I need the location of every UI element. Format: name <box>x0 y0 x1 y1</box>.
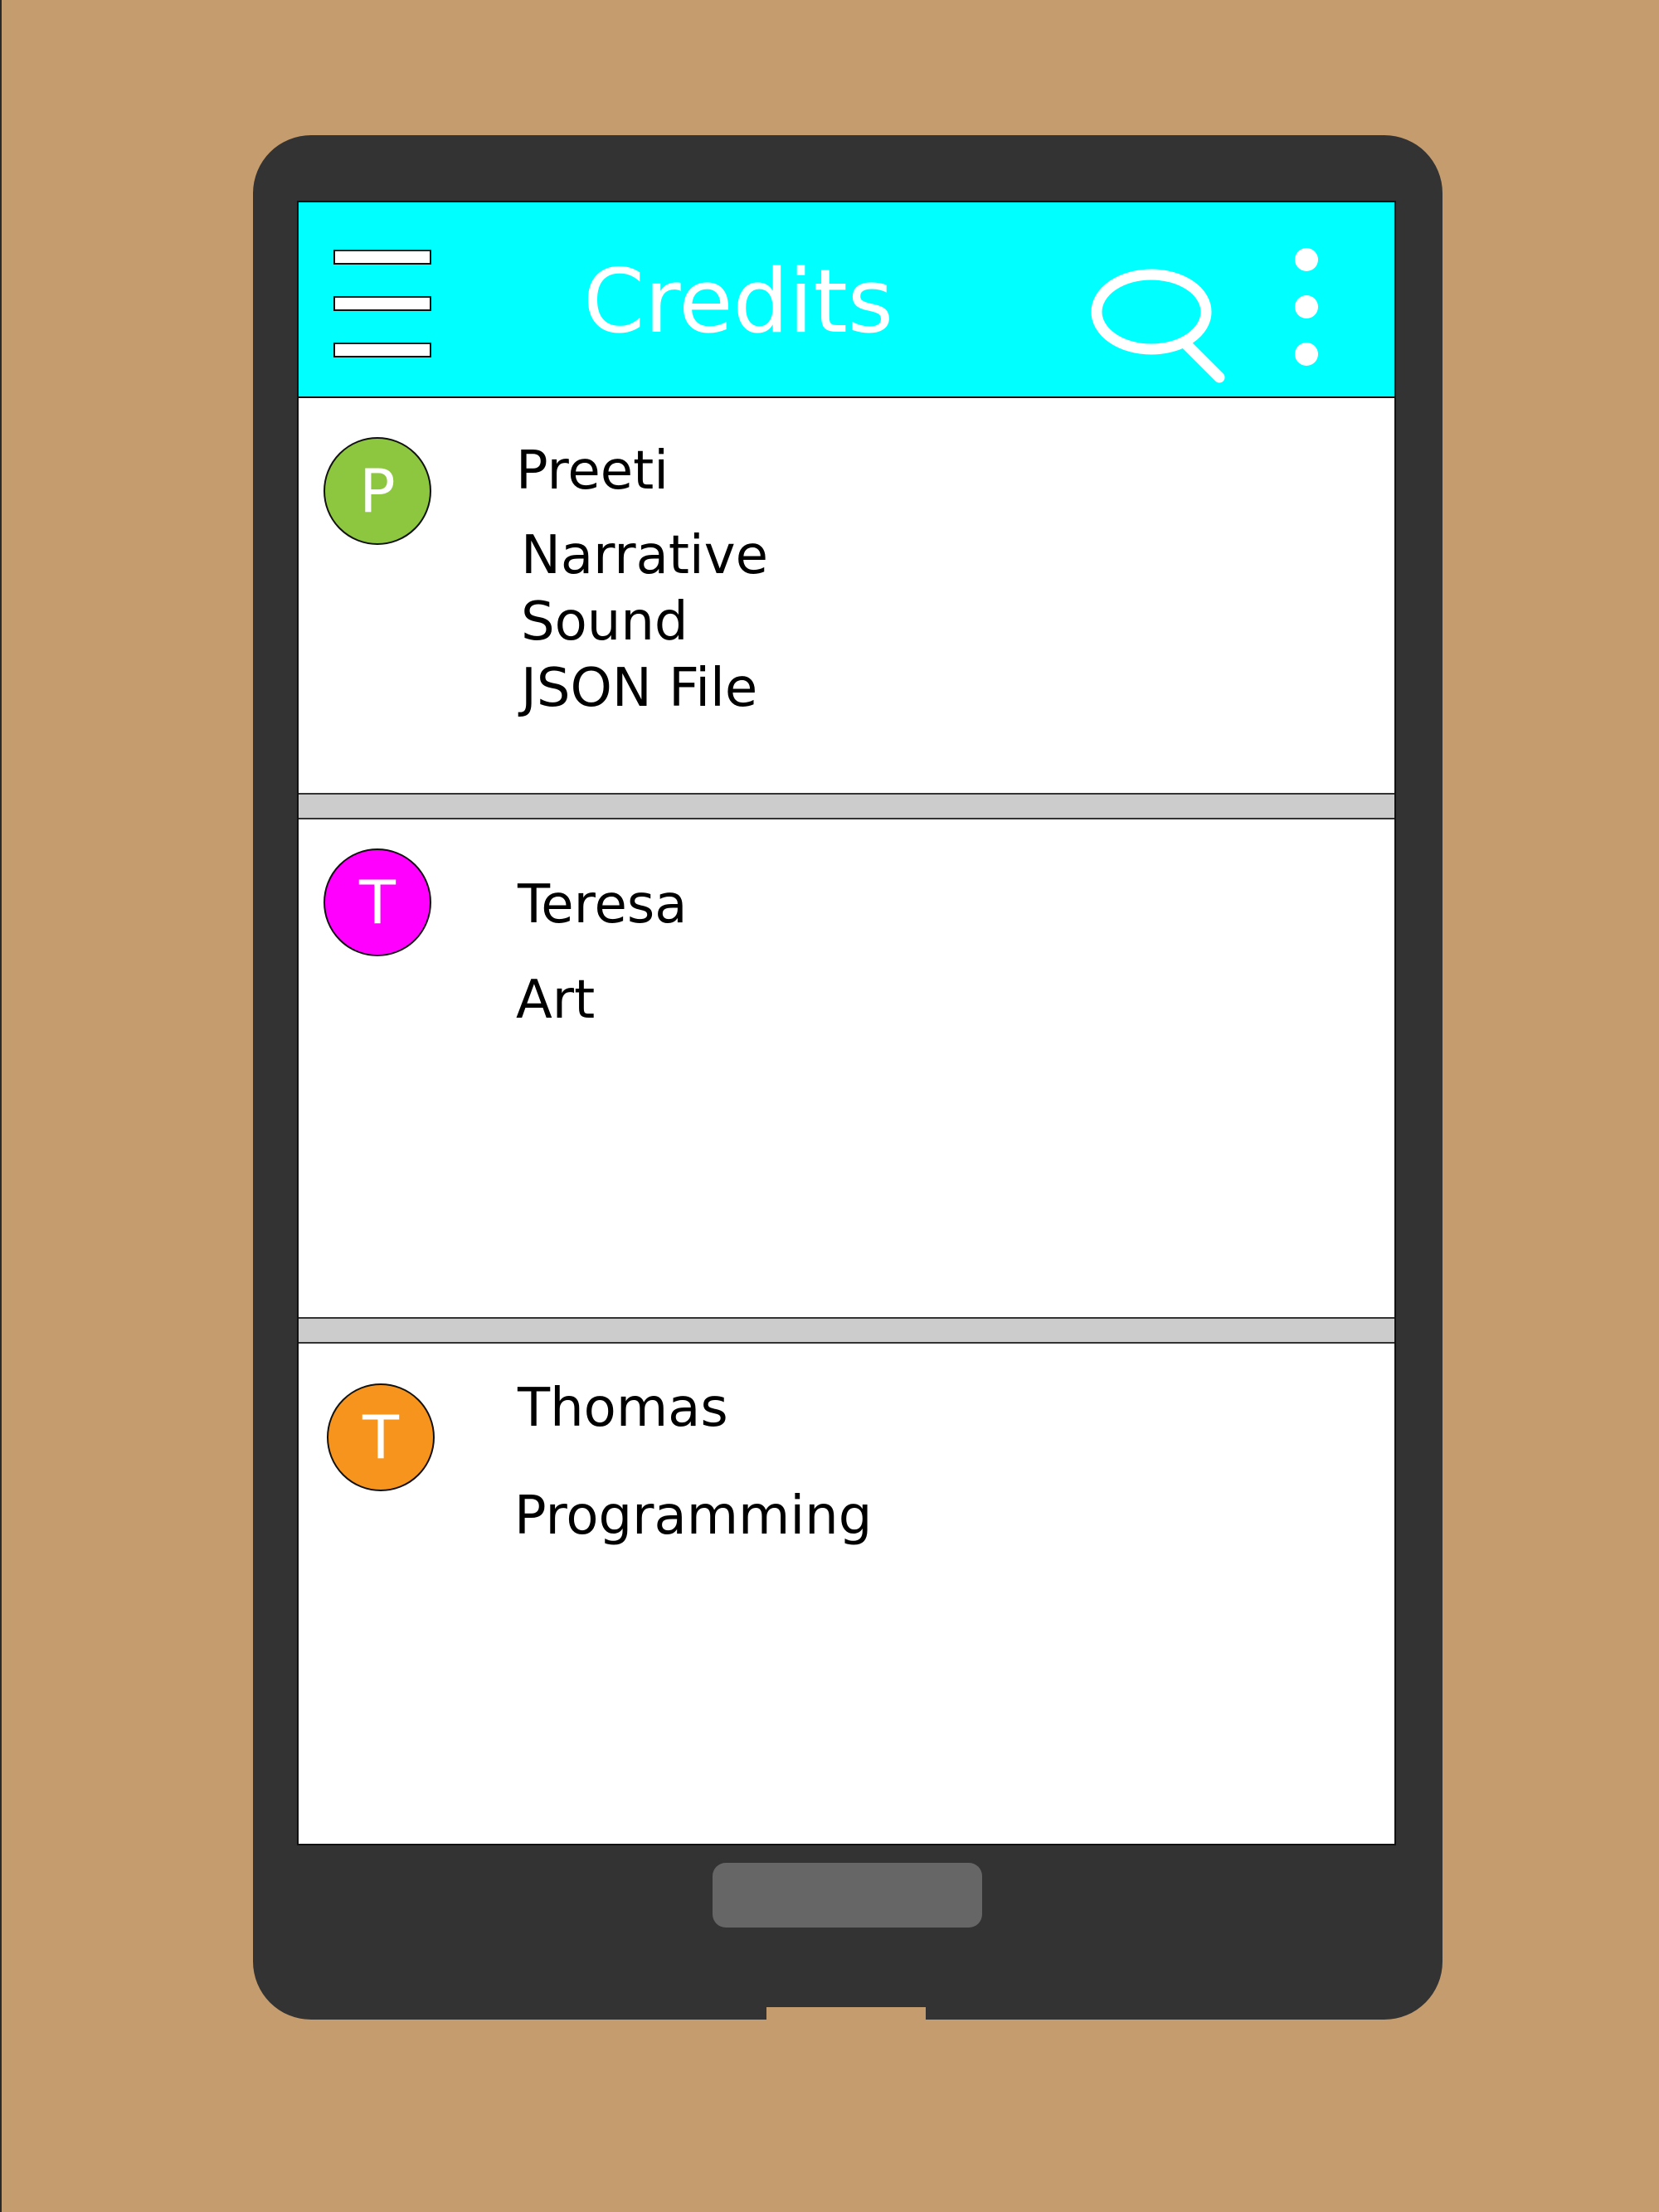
credit-name: Thomas <box>518 1378 728 1439</box>
app-bar: Credits <box>299 202 1394 398</box>
credit-role: Programming <box>514 1485 873 1547</box>
card-divider <box>299 793 1394 819</box>
avatar: P <box>324 437 431 545</box>
credit-name: Preeti <box>516 440 669 502</box>
card-divider <box>299 1317 1394 1344</box>
search-icon[interactable] <box>1087 260 1236 401</box>
credit-role: Art <box>516 970 596 1031</box>
page-title: Credits <box>582 250 893 352</box>
credit-card-thomas[interactable]: T Thomas Programming <box>299 1344 1394 1844</box>
menu-line <box>333 296 431 311</box>
credit-role: Sound <box>521 591 688 653</box>
dot <box>1295 295 1318 318</box>
menu-line <box>333 250 431 265</box>
menu-line <box>333 343 431 357</box>
dot <box>1295 248 1318 271</box>
home-button[interactable] <box>713 1863 982 1928</box>
credit-role: Narrative <box>521 525 768 586</box>
avatar: T <box>327 1383 435 1491</box>
avatar: T <box>324 848 431 956</box>
credit-card-preeti[interactable]: P Preeti Narrative Sound JSON File <box>299 398 1394 803</box>
phone-screen: Credits P Preeti Narrative Sound JSON Fi… <box>297 201 1396 1845</box>
dot <box>1295 343 1318 366</box>
credit-card-teresa[interactable]: T Teresa Art <box>299 819 1394 1307</box>
more-vert-icon[interactable] <box>1290 248 1323 372</box>
credit-role: JSON File <box>521 658 758 719</box>
phone-notch <box>766 2007 926 2021</box>
credit-name: Teresa <box>518 874 688 936</box>
hamburger-menu-icon[interactable] <box>333 250 431 361</box>
